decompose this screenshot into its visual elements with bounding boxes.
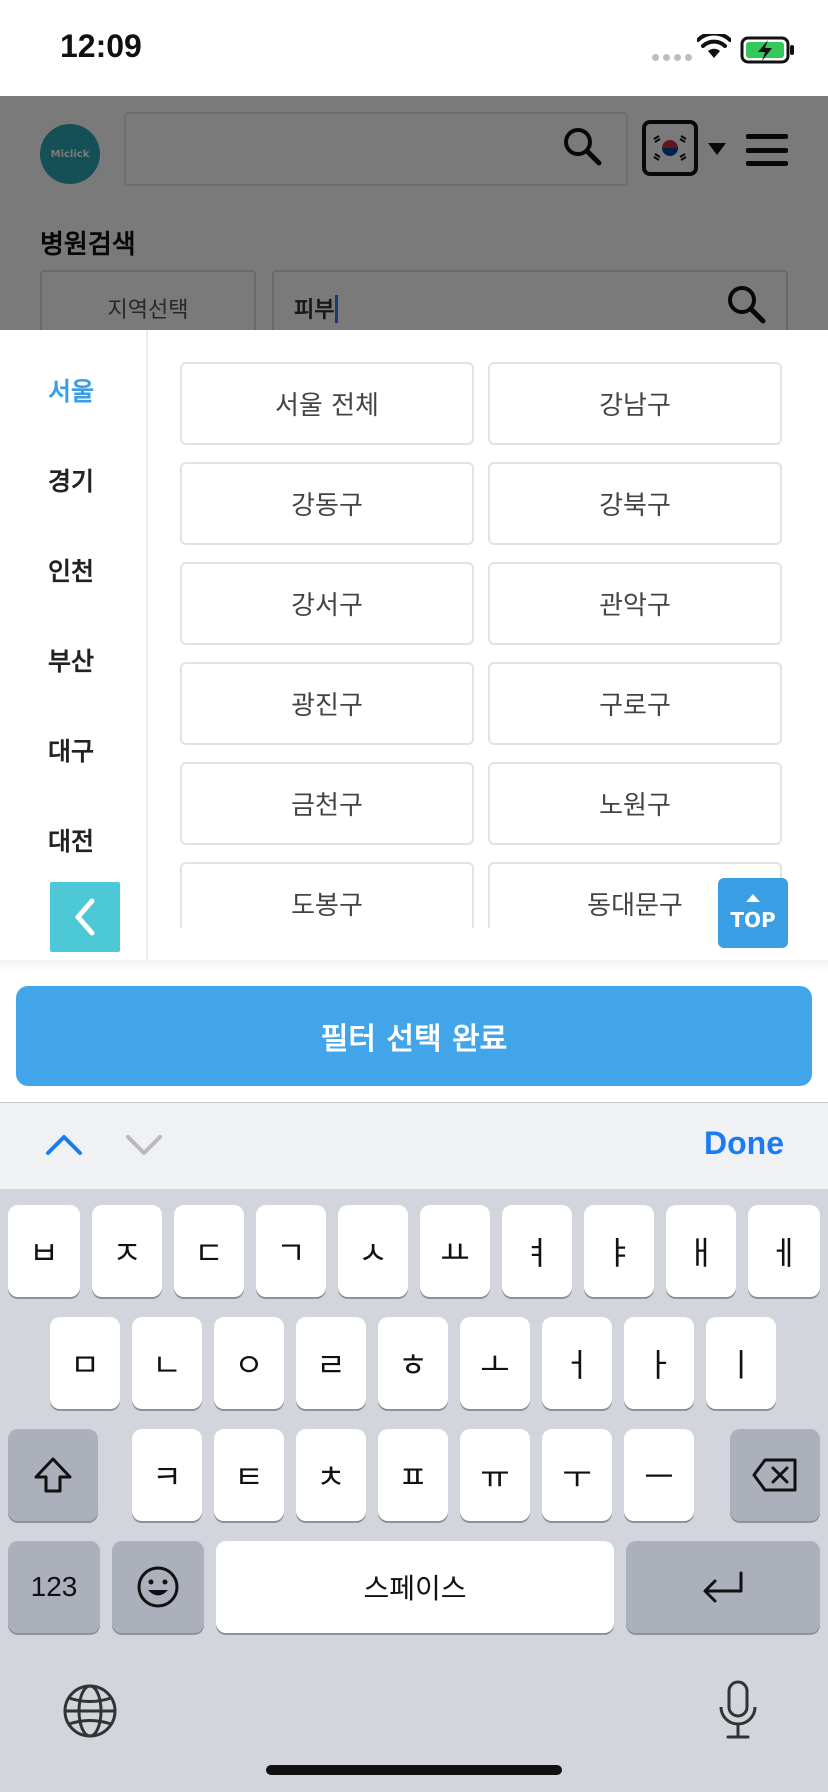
shift-key[interactable] xyxy=(8,1429,98,1521)
done-button[interactable]: Done xyxy=(704,1125,784,1162)
search-input-text: 피부 xyxy=(294,298,335,323)
key[interactable]: ㅕ xyxy=(502,1205,572,1297)
key[interactable]: ㅍ xyxy=(378,1429,448,1521)
city-item-gyeonggi[interactable]: 경기 xyxy=(48,462,94,498)
district-button[interactable]: 강남구 xyxy=(488,362,782,445)
district-button[interactable]: 서울 전체 xyxy=(180,362,474,445)
key[interactable]: ㅠ xyxy=(460,1429,530,1521)
panel-divider xyxy=(0,960,828,972)
district-button[interactable]: 광진구 xyxy=(180,662,474,745)
miclick-logo[interactable]: Miclick xyxy=(40,124,100,184)
key[interactable]: ㄷ xyxy=(174,1205,244,1297)
search-input-value: 피부 xyxy=(294,292,339,324)
korean-keyboard: ㅂ ㅈ ㄷ ㄱ ㅅ ㅛ ㅕ ㅑ ㅐ ㅔ ㅁ ㄴ ㅇ ㄹ ㅎ ㅗ ㅓ ㅏ ㅣ ㅋ … xyxy=(0,1189,828,1792)
microphone-icon[interactable] xyxy=(716,1679,760,1741)
key[interactable]: ㄴ xyxy=(132,1317,202,1409)
emoji-key[interactable] xyxy=(112,1541,204,1633)
language-flag-button[interactable] xyxy=(642,120,698,176)
key[interactable]: ㅐ xyxy=(666,1205,736,1297)
key[interactable]: ㅎ xyxy=(378,1317,448,1409)
keyboard-accessory-bar: Done xyxy=(0,1103,828,1189)
key[interactable]: ㅓ xyxy=(542,1317,612,1409)
district-button[interactable]: 노원구 xyxy=(488,762,782,845)
key[interactable]: ㅁ xyxy=(50,1317,120,1409)
key[interactable]: ㅛ xyxy=(420,1205,490,1297)
key[interactable]: ㅊ xyxy=(296,1429,366,1521)
arrow-up-icon xyxy=(746,894,760,902)
key[interactable]: ㅔ xyxy=(748,1205,820,1297)
text-cursor xyxy=(335,295,339,323)
page-title: 병원검색 xyxy=(40,230,136,260)
status-bar: 12:09 xyxy=(0,0,828,96)
city-item-busan[interactable]: 부산 xyxy=(48,642,94,678)
key[interactable]: ㅅ xyxy=(338,1205,408,1297)
district-button[interactable]: 구로구 xyxy=(488,662,782,745)
space-key[interactable]: 스페이스 xyxy=(216,1541,614,1633)
key[interactable]: ㅏ xyxy=(624,1317,694,1409)
numbers-key[interactable]: 123 xyxy=(8,1541,100,1633)
key[interactable]: ㅈ xyxy=(92,1205,162,1297)
key[interactable]: ㅗ xyxy=(460,1317,530,1409)
cellular-signal-icon xyxy=(652,54,692,61)
key[interactable]: ㅡ xyxy=(624,1429,694,1521)
key[interactable]: ㅜ xyxy=(542,1429,612,1521)
scroll-top-button[interactable]: TOP xyxy=(718,878,788,948)
city-list: 서울 경기 인천 부산 대구 대전 xyxy=(0,330,148,970)
key[interactable]: ㅌ xyxy=(214,1429,284,1521)
district-button[interactable]: 강북구 xyxy=(488,462,782,545)
back-button[interactable] xyxy=(50,882,120,952)
key[interactable]: ㄱ xyxy=(256,1205,326,1297)
district-button[interactable]: 금천구 xyxy=(180,762,474,845)
city-item-incheon[interactable]: 인천 xyxy=(48,552,94,588)
city-item-daejeon[interactable]: 대전 xyxy=(48,822,94,858)
battery-charging-icon xyxy=(740,36,794,64)
delete-key[interactable] xyxy=(730,1429,820,1521)
search-icon[interactable] xyxy=(562,126,602,166)
district-button[interactable]: 강동구 xyxy=(180,462,474,545)
scroll-top-label: TOP xyxy=(730,908,776,932)
wifi-icon xyxy=(697,34,731,58)
status-time: 12:09 xyxy=(60,28,142,64)
district-button[interactable]: 관악구 xyxy=(488,562,782,645)
key[interactable]: ㅋ xyxy=(132,1429,202,1521)
return-icon xyxy=(703,1571,743,1603)
city-item-seoul[interactable]: 서울 xyxy=(48,372,94,408)
korea-flag-icon xyxy=(650,133,690,163)
district-button[interactable]: 강서구 xyxy=(180,562,474,645)
menu-icon[interactable] xyxy=(746,134,788,166)
home-indicator[interactable] xyxy=(266,1765,562,1775)
key[interactable]: ㅣ xyxy=(706,1317,776,1409)
filter-confirm-button[interactable]: 필터 선택 완료 xyxy=(16,986,812,1086)
return-key[interactable] xyxy=(626,1541,820,1633)
search-icon[interactable] xyxy=(726,284,766,324)
city-item-daegu[interactable]: 대구 xyxy=(48,732,94,768)
emoji-icon xyxy=(137,1566,179,1608)
key[interactable]: ㅂ xyxy=(8,1205,80,1297)
district-button[interactable]: 도봉구 xyxy=(180,862,474,928)
globe-icon[interactable] xyxy=(62,1683,118,1739)
district-grid: 서울 전체 강남구 강동구 강북구 강서구 관악구 광진구 구로구 금천구 노원… xyxy=(180,362,786,928)
backspace-icon xyxy=(752,1458,797,1492)
language-dropdown-caret-icon[interactable] xyxy=(708,143,726,155)
key[interactable]: ㅑ xyxy=(584,1205,654,1297)
chevron-up-icon[interactable] xyxy=(44,1125,84,1165)
chevron-down-icon[interactable] xyxy=(124,1125,164,1165)
key[interactable]: ㄹ xyxy=(296,1317,366,1409)
region-filter-panel: 서울 경기 인천 부산 대구 대전 서울 전체 강남구 강동구 강북구 강서구 … xyxy=(0,330,828,970)
header-search-input[interactable] xyxy=(124,112,628,186)
chevron-left-icon xyxy=(75,898,95,936)
key[interactable]: ㅇ xyxy=(214,1317,284,1409)
shift-icon xyxy=(34,1457,72,1493)
